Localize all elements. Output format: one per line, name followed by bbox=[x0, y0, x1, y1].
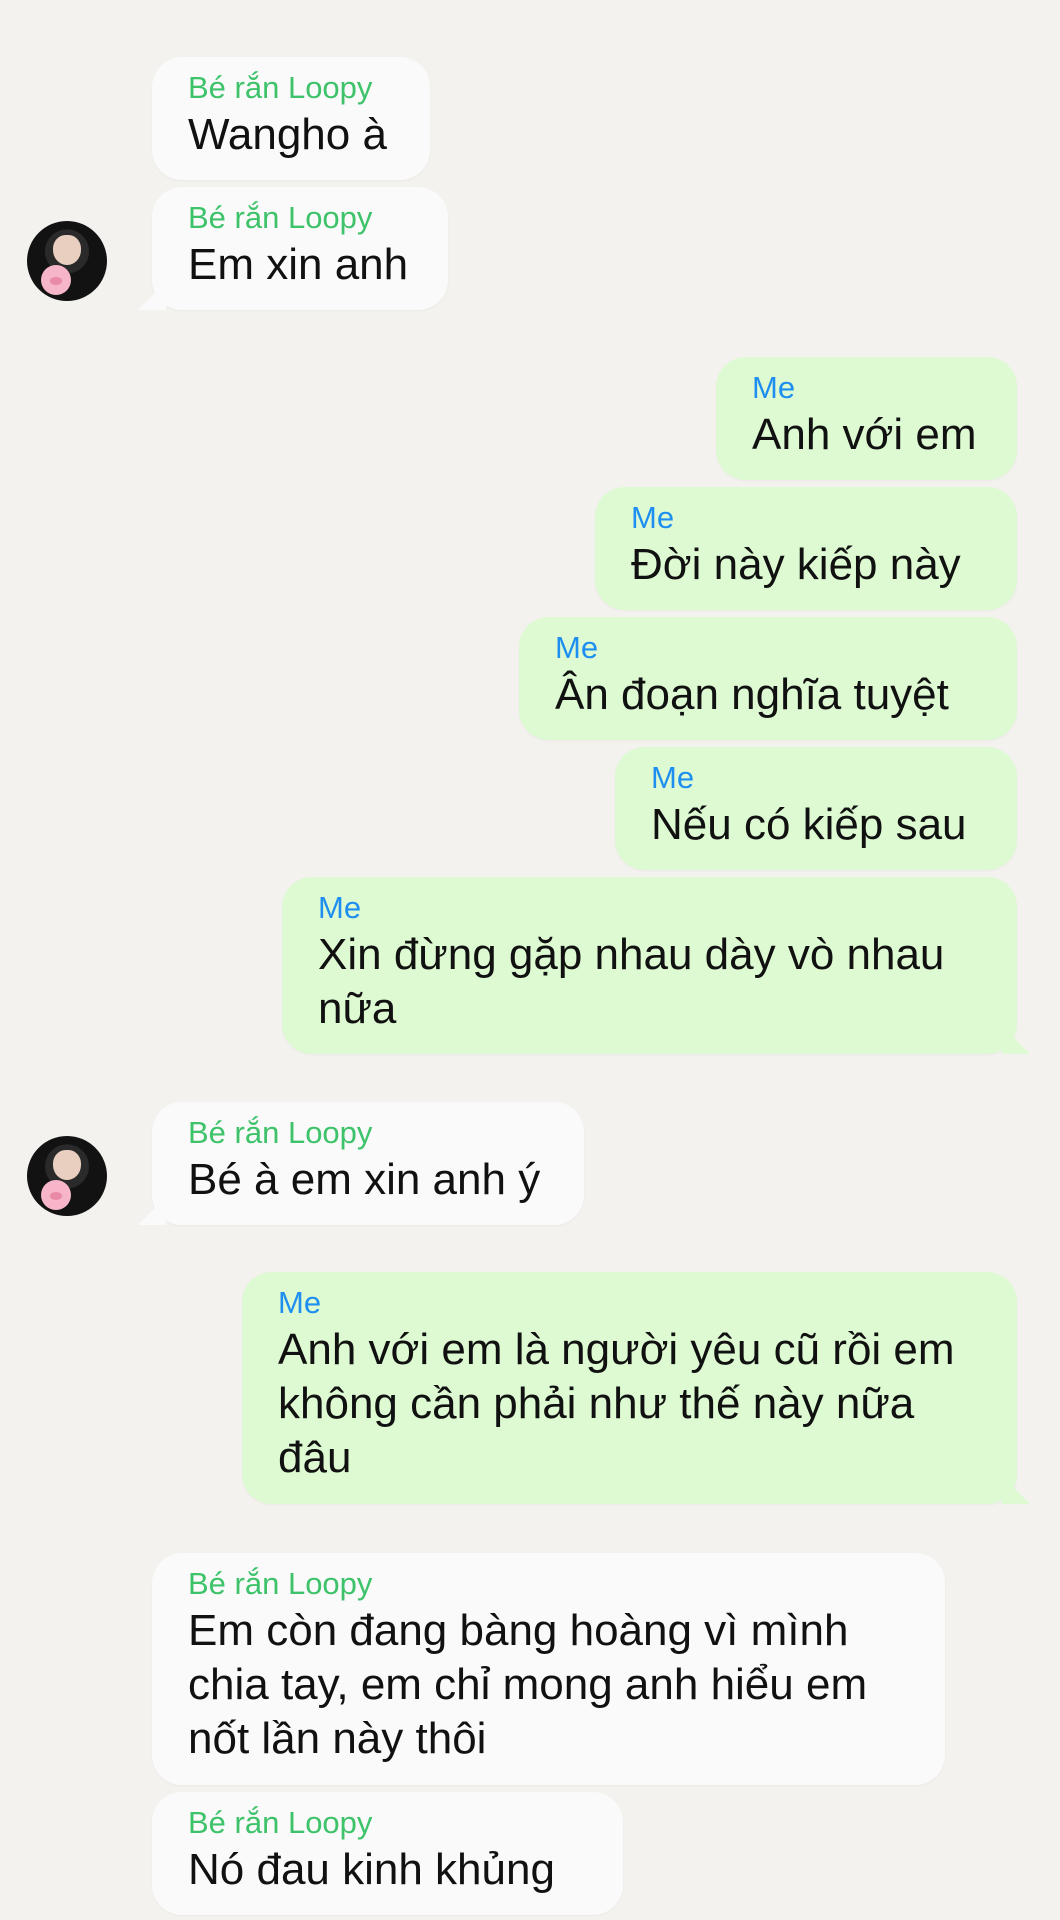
message-text: Nó đau kinh khủng bbox=[188, 1845, 555, 1894]
message-text: Em còn đang bàng hoàng vì mình chia tay,… bbox=[188, 1606, 868, 1763]
message-bubble-outgoing[interactable]: Me Đời này kiếp này bbox=[595, 487, 1017, 610]
message-text: Bé à em xin anh ý bbox=[188, 1155, 541, 1204]
message-sender: Bé rắn Loopy bbox=[188, 1805, 373, 1840]
message-bubble-outgoing[interactable]: Me Ân đoạn nghĩa tuyệt bbox=[519, 617, 1017, 740]
message-sender: Me bbox=[318, 890, 362, 925]
pig-plush-icon bbox=[41, 1180, 71, 1210]
message-text: Wangho à bbox=[188, 110, 387, 159]
message-text: Nếu có kiếp sau bbox=[651, 800, 967, 849]
message-bubble-incoming[interactable]: Bé rắn Loopy Wangho à bbox=[152, 57, 430, 180]
message-text: Anh với em là người yêu cũ rồi em không … bbox=[278, 1325, 955, 1482]
message-text: Ân đoạn nghĩa tuyệt bbox=[555, 670, 949, 719]
contact-avatar[interactable] bbox=[27, 221, 107, 301]
message-text: Anh với em bbox=[752, 410, 977, 459]
message-sender: Me bbox=[555, 630, 599, 665]
message-text: Em xin anh bbox=[188, 240, 409, 289]
message-bubble-outgoing[interactable]: Me Nếu có kiếp sau bbox=[615, 747, 1017, 870]
message-text: Đời này kiếp này bbox=[631, 540, 961, 589]
pig-plush-icon bbox=[41, 265, 71, 295]
message-bubble-incoming[interactable]: Bé rắn Loopy Bé à em xin anh ý bbox=[152, 1102, 584, 1225]
message-sender: Me bbox=[651, 760, 695, 795]
avatar-face bbox=[53, 235, 81, 265]
bubble-tail bbox=[138, 282, 166, 310]
chat-message-list: Bé rắn Loopy Wangho à Bé rắn Loopy Em xi… bbox=[0, 0, 1060, 1920]
message-sender: Bé rắn Loopy bbox=[188, 1566, 373, 1601]
contact-avatar[interactable] bbox=[27, 1136, 107, 1216]
message-bubble-incoming[interactable]: Bé rắn Loopy Nó đau kinh khủng bbox=[152, 1792, 623, 1915]
bubble-tail bbox=[1002, 1476, 1030, 1504]
message-bubble-outgoing[interactable]: Me Anh với em bbox=[716, 357, 1017, 480]
message-bubble-incoming[interactable]: Bé rắn Loopy Em xin anh bbox=[152, 187, 448, 310]
avatar-face bbox=[53, 1150, 81, 1180]
message-sender: Me bbox=[752, 370, 796, 405]
message-sender: Bé rắn Loopy bbox=[188, 70, 373, 105]
message-bubble-outgoing[interactable]: Me Xin đừng gặp nhau dày vò nhau nữa bbox=[282, 877, 1017, 1054]
message-sender: Me bbox=[631, 500, 675, 535]
bubble-tail bbox=[138, 1197, 166, 1225]
message-bubble-outgoing[interactable]: Me Anh với em là người yêu cũ rồi em khô… bbox=[242, 1272, 1017, 1504]
message-text: Xin đừng gặp nhau dày vò nhau nữa bbox=[318, 930, 945, 1033]
bubble-tail bbox=[1002, 1026, 1030, 1054]
message-sender: Bé rắn Loopy bbox=[188, 1115, 373, 1150]
message-bubble-incoming[interactable]: Bé rắn Loopy Em còn đang bàng hoàng vì m… bbox=[152, 1553, 945, 1785]
message-sender: Bé rắn Loopy bbox=[188, 200, 373, 235]
message-sender: Me bbox=[278, 1285, 322, 1320]
